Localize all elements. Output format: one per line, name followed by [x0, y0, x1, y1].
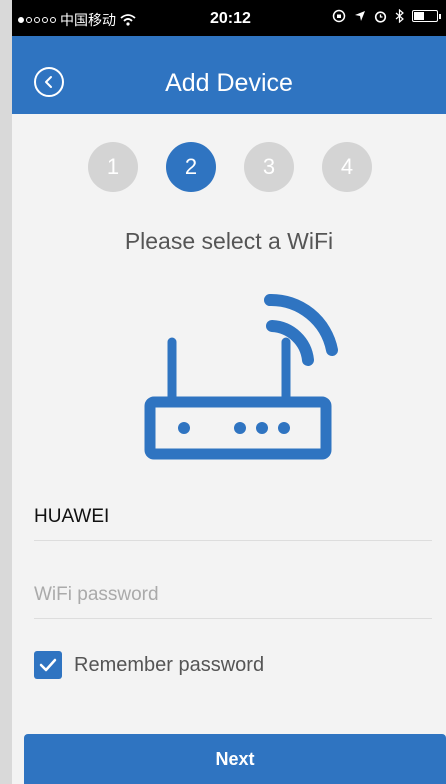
wifi-name-field[interactable]: HUAWEI — [34, 506, 432, 541]
step-3: 3 — [244, 142, 294, 192]
checkmark-icon — [39, 658, 57, 672]
header-bar: Add Device — [12, 36, 446, 114]
remember-password-checkbox[interactable] — [34, 651, 62, 679]
select-wifi-prompt: Please select a WiFi — [124, 228, 334, 254]
remember-password-row[interactable]: Remember password — [34, 651, 264, 679]
orientation-lock-icon — [332, 9, 346, 23]
step-4: 4 — [322, 142, 372, 192]
wifi-icon — [120, 14, 136, 26]
signal-dots-icon — [18, 17, 56, 23]
location-icon — [355, 11, 365, 21]
phone-screen: 中国移动 20:12 Add Device 1 2 3 4 Please sel… — [12, 0, 446, 784]
carrier-label: 中国移动 — [60, 12, 116, 28]
bluetooth-icon — [395, 9, 404, 23]
router-wifi-icon — [144, 293, 338, 460]
step-1: 1 — [88, 142, 138, 192]
step-indicator: 1 2 3 4 — [88, 142, 372, 192]
step-2: 2 — [166, 142, 216, 192]
battery-icon — [412, 10, 441, 22]
status-left: 中国移动 — [18, 10, 136, 30]
status-bar: 中国移动 20:12 — [12, 0, 446, 36]
page-title: Add Device — [165, 69, 293, 97]
alarm-icon — [374, 10, 387, 23]
next-button[interactable]: Next — [24, 734, 446, 784]
status-time: 20:12 — [210, 10, 251, 27]
wifi-password-field[interactable]: WiFi password — [34, 584, 432, 619]
status-right — [332, 9, 441, 23]
remember-password-label: Remember password — [74, 653, 265, 676]
